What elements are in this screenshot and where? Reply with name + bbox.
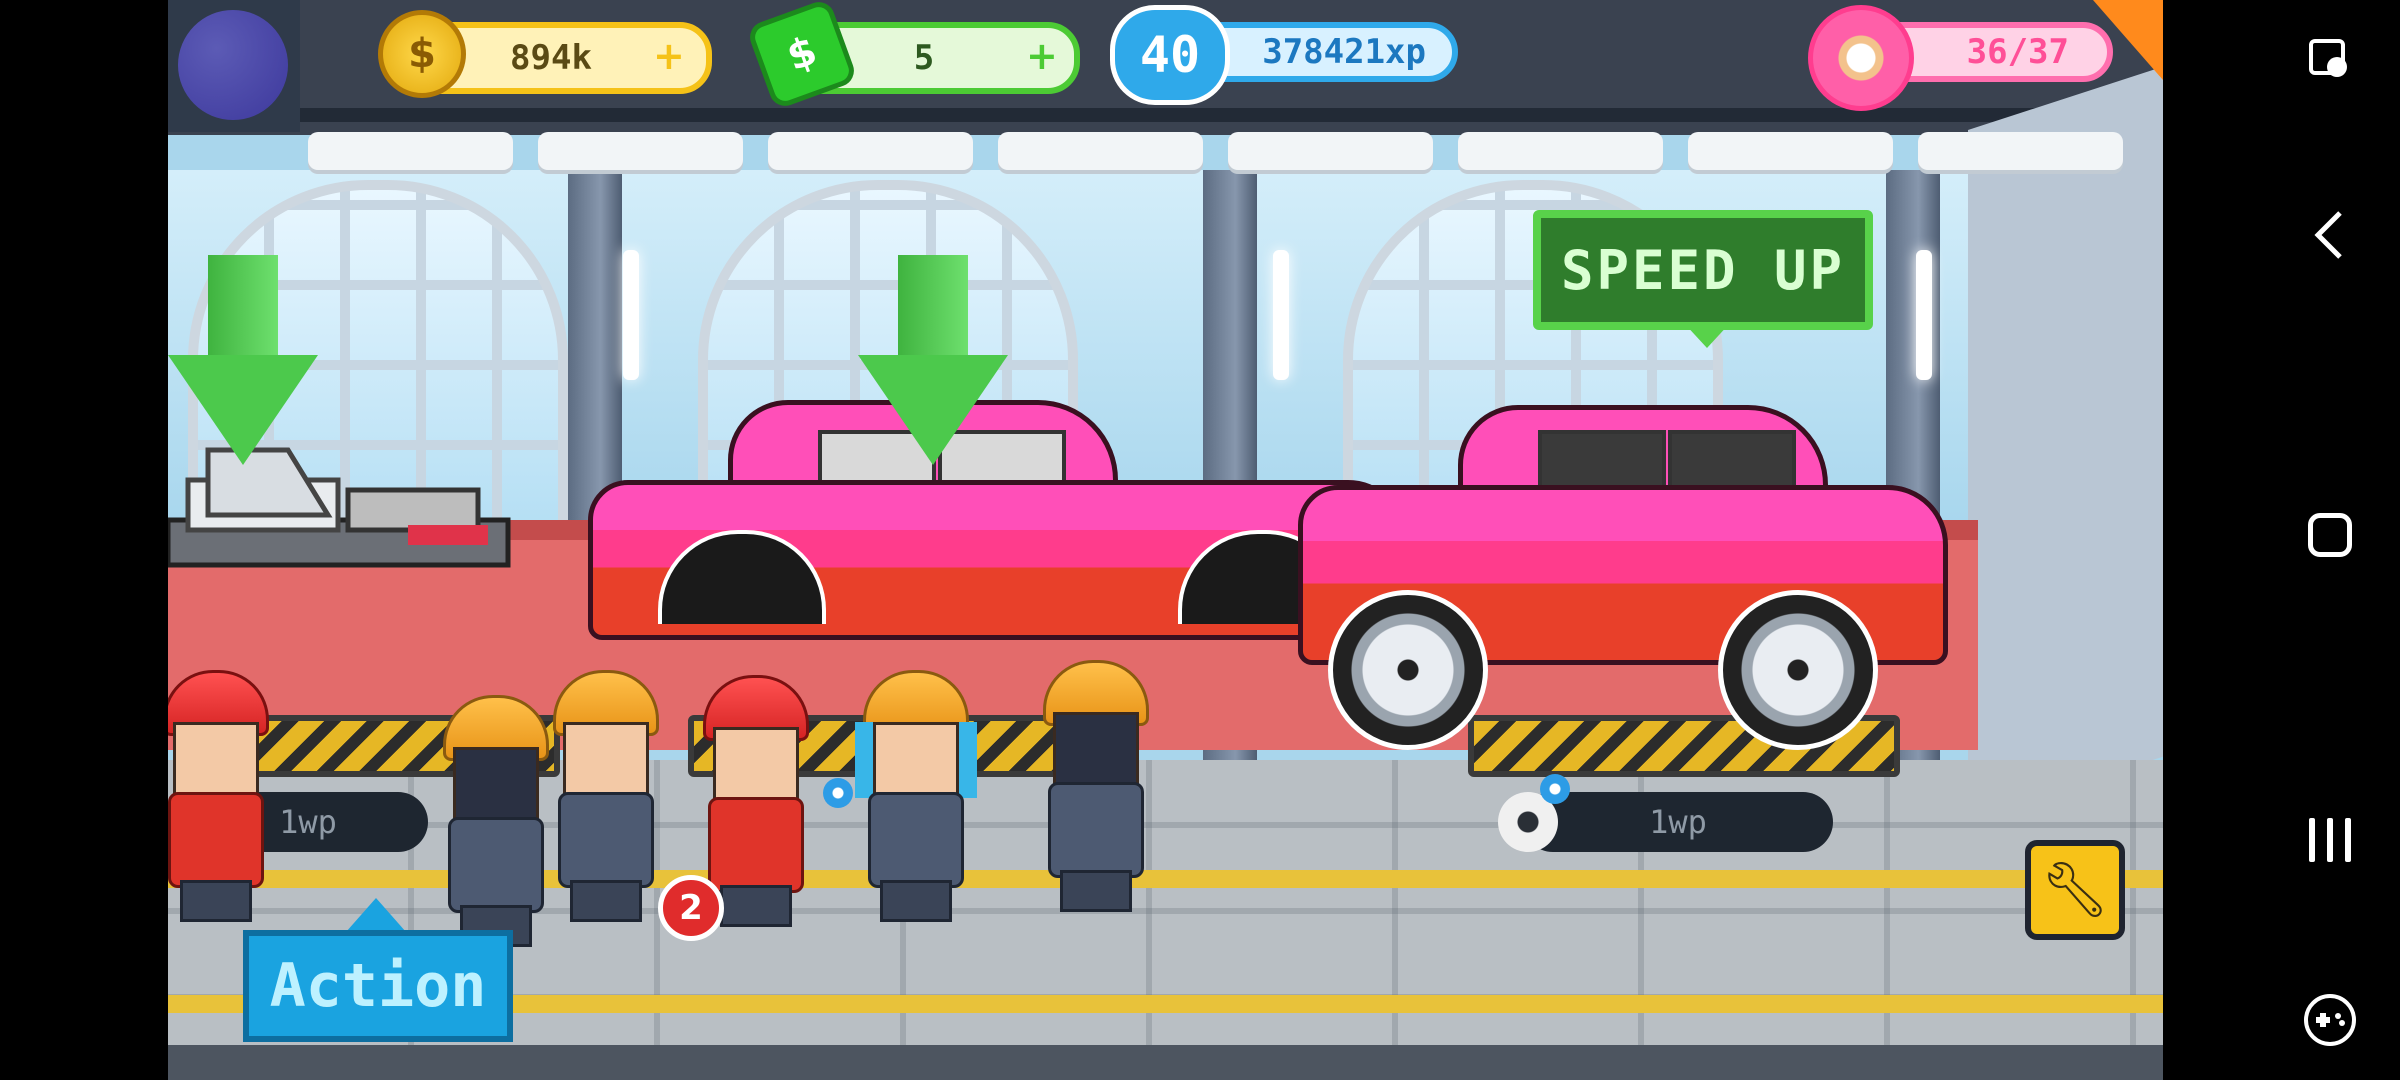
level-value: 40 — [1139, 26, 1201, 84]
gear-small-icon — [1540, 774, 1570, 804]
add-cash-icon[interactable]: + — [1026, 34, 1058, 78]
notification-count: 2 — [679, 888, 703, 928]
back-button[interactable] — [2300, 205, 2360, 265]
add-coins-icon[interactable]: + — [653, 34, 685, 78]
ceiling-lamp — [998, 132, 1203, 170]
station-wp-label: 1wp — [1523, 792, 1833, 852]
action-pointer — [346, 898, 406, 932]
ceiling-lamp — [1918, 132, 2123, 170]
ceiling-lamp — [1688, 132, 1893, 170]
worker[interactable] — [858, 670, 969, 922]
car-wheel — [1328, 590, 1488, 750]
finished-car[interactable] — [1298, 395, 2118, 755]
tools-button[interactable]: 🔧︎ — [2025, 840, 2125, 940]
xp-value: 378421xp — [1262, 32, 1426, 72]
action-label: Action — [269, 951, 487, 1021]
coins-value: 894k — [510, 38, 592, 78]
ceiling-lamp — [1458, 132, 1663, 170]
menu-button[interactable] — [168, 0, 300, 132]
ceiling-lamp — [538, 132, 743, 170]
wall-light — [623, 250, 639, 380]
station-wp-value: 1wp — [1649, 803, 1707, 841]
game-tools-icon[interactable] — [2300, 990, 2360, 1050]
level-badge-icon: 40 — [1110, 5, 1230, 105]
corner-ribbon — [2093, 0, 2163, 80]
down-arrow-icon[interactable] — [858, 255, 1008, 475]
donut-icon — [1808, 5, 1914, 111]
action-button[interactable]: Action — [243, 930, 513, 1042]
gear-small-icon — [823, 778, 853, 808]
wall-light — [1273, 250, 1289, 380]
wall-light — [1916, 250, 1932, 380]
ceiling-lamp — [768, 132, 973, 170]
coin-icon: $ — [378, 10, 466, 98]
home-icon — [2308, 513, 2352, 557]
cash-value: 5 — [913, 38, 935, 78]
station-wp-value: 1wp — [279, 803, 337, 841]
recent-apps-button[interactable] — [2300, 810, 2360, 870]
worker[interactable] — [548, 670, 659, 922]
wrench-icon: 🔧︎ — [2040, 858, 2110, 921]
speed-up-pointer — [1683, 322, 1731, 348]
down-arrow-icon[interactable] — [168, 255, 318, 475]
speed-up-label: SPEED UP — [1560, 238, 1846, 302]
worker[interactable] — [1038, 660, 1149, 912]
home-button[interactable] — [2300, 505, 2360, 565]
game-viewport[interactable]: 894k $ + 5 $ + 378421xp 40 36/37 SPEED U… — [168, 0, 2163, 1080]
worker[interactable] — [168, 670, 269, 922]
speed-up-button[interactable]: SPEED UP — [1533, 210, 1873, 330]
donut-value: 36/37 — [1966, 32, 2069, 72]
menu-icon — [178, 10, 288, 120]
ceiling-lamp — [308, 132, 513, 170]
worker[interactable] — [438, 695, 549, 947]
notification-badge: 2 — [658, 875, 724, 941]
floor-edge — [168, 1045, 2163, 1080]
ceiling-lamp — [1228, 132, 1433, 170]
screenshot-tool-icon[interactable] — [2300, 30, 2360, 90]
car-wheel — [1718, 590, 1878, 750]
